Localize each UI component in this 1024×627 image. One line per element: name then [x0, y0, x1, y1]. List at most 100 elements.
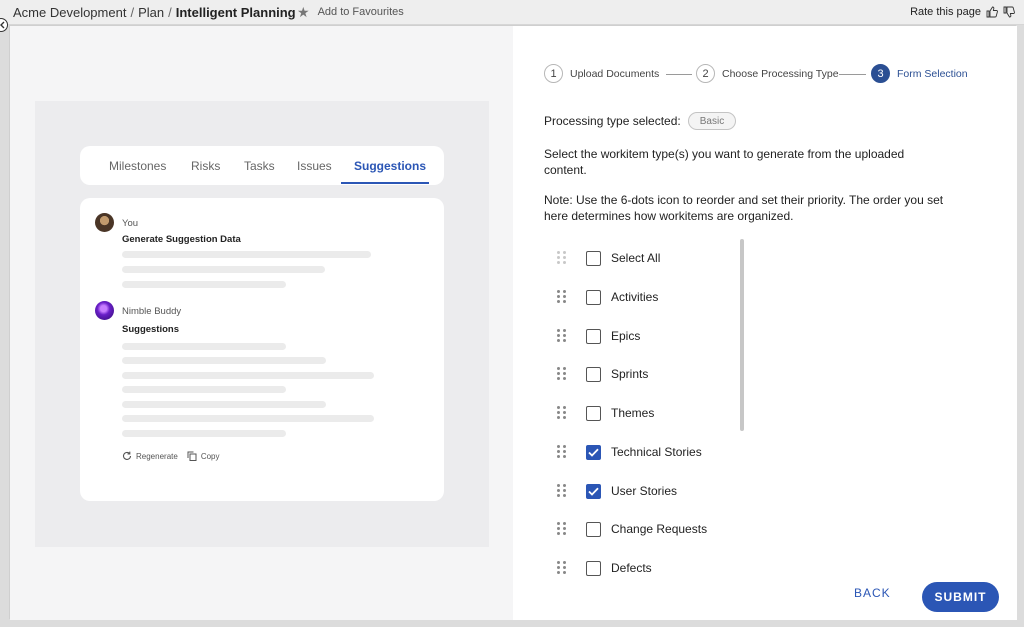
regenerate-button: Regenerate [122, 451, 178, 461]
chevron-left-icon [0, 21, 5, 29]
preview-tab-bar: Milestones Risks Tasks Issues Suggestion… [80, 146, 444, 185]
drag-handle-icon[interactable] [557, 290, 567, 304]
active-tab-indicator [341, 182, 429, 184]
list-item-user-stories: User Stories [557, 481, 677, 501]
checkbox[interactable] [586, 289, 601, 305]
item-label: Change Requests [611, 522, 708, 536]
breadcrumb-separator: / [130, 5, 135, 20]
skeleton-line [122, 372, 374, 379]
skeleton-line [122, 251, 371, 258]
step-number: 1 [544, 64, 563, 83]
checkbox[interactable] [586, 250, 601, 266]
skeleton-line [122, 357, 326, 364]
breadcrumb-item-current: Intelligent Planning [175, 5, 296, 20]
drag-handle-icon[interactable] [557, 329, 567, 343]
step-connector [666, 74, 692, 75]
step-label: Upload Documents [570, 67, 660, 80]
drag-handle-icon[interactable] [557, 561, 567, 575]
user-name: You [122, 218, 139, 229]
skeleton-line [122, 281, 286, 288]
collapse-sidebar-button[interactable] [0, 18, 8, 32]
list-item-activities: Activities [557, 287, 658, 307]
step-choose-processing-type: 2 Choose Processing Type [696, 64, 839, 83]
thumbs-up-icon[interactable] [986, 6, 998, 18]
copy-button: Copy [187, 451, 220, 461]
item-label: Epics [611, 329, 641, 343]
item-label: Defects [611, 561, 652, 575]
checkmark-icon [588, 487, 599, 496]
checkbox[interactable] [586, 366, 601, 382]
back-button[interactable]: BACK [854, 586, 891, 600]
list-item-sprints: Sprints [557, 364, 648, 384]
processing-type-label: Processing type selected: [544, 114, 681, 128]
list-item-defects: Defects [557, 558, 652, 578]
tab-suggestions: Suggestions [354, 159, 427, 173]
item-label: Sprints [611, 367, 649, 381]
rate-page-label: Rate this page [910, 6, 981, 18]
drag-handle-icon[interactable] [557, 367, 567, 381]
drag-handle-icon[interactable] [557, 522, 567, 536]
skeleton-line [122, 430, 286, 437]
list-item-epics: Epics [557, 326, 640, 346]
drag-handle-icon[interactable] [557, 406, 567, 420]
item-label: Activities [611, 290, 659, 304]
skeleton-line [122, 401, 326, 408]
step-connector [839, 74, 866, 75]
drag-handle-icon[interactable] [557, 445, 567, 459]
breadcrumb: Acme Development / Plan / Intelligent Planni… [13, 5, 296, 20]
skeleton-line [122, 343, 286, 350]
tab-risks: Risks [191, 159, 221, 173]
assistant-name: Nimble Buddy [122, 306, 182, 317]
add-to-favourites-label: Add to Favourites [317, 6, 404, 18]
checkbox-checked[interactable] [586, 483, 601, 499]
list-item-themes: Themes [557, 403, 654, 423]
add-to-favourites-button[interactable]: ★ Add to Favourites [297, 5, 404, 19]
list-item-technical-stories: Technical Stories [557, 442, 702, 462]
list-item-select-all: Select All [557, 248, 660, 268]
tab-issues: Issues [297, 159, 332, 173]
step-number: 2 [696, 64, 715, 83]
copy-icon [187, 451, 197, 461]
processing-type-badge: Basic [687, 112, 737, 130]
item-label: Technical Stories [611, 445, 702, 459]
assistant-title: Suggestions [122, 324, 180, 335]
user-message: Generate Suggestion Data [122, 234, 241, 245]
checkbox[interactable] [586, 521, 601, 537]
chat-actions: Regenerate Copy [122, 451, 220, 461]
thumbs-down-icon[interactable] [1003, 6, 1015, 18]
star-icon: ★ [297, 4, 310, 20]
assistant-avatar [95, 301, 114, 320]
intelligent-planning-modal: Milestones Risks Tasks Issues Suggestion… [9, 25, 1017, 620]
checkbox[interactable] [586, 328, 601, 344]
skeleton-line [122, 386, 286, 393]
tab-milestones: Milestones [109, 159, 167, 173]
user-avatar [95, 213, 114, 232]
copy-label: Copy [200, 451, 220, 461]
suggestions-preview: Milestones Risks Tasks Issues Suggestion… [35, 101, 489, 547]
processing-type-row: Processing type selected: Basic [544, 112, 737, 130]
submit-button[interactable]: SUBMIT [922, 582, 999, 612]
reorder-note: Note: Use the 6-dots icon to reorder and… [544, 193, 944, 223]
breadcrumb-item-plan[interactable]: Plan [138, 5, 164, 20]
checkmark-icon [588, 448, 599, 457]
refresh-icon [123, 451, 132, 460]
rate-page: Rate this page [910, 6, 1015, 18]
checkbox[interactable] [586, 405, 601, 421]
checkbox[interactable] [586, 560, 601, 576]
skeleton-line [122, 266, 325, 273]
step-label: Form Selection [897, 67, 968, 80]
list-item-change-requests: Change Requests [557, 519, 707, 539]
breadcrumb-item-org[interactable]: Acme Development [13, 5, 126, 20]
item-label: User Stories [611, 484, 678, 498]
list-scrollbar[interactable] [740, 239, 744, 431]
regenerate-label: Regenerate [136, 451, 178, 461]
preview-pane: Milestones Risks Tasks Issues Suggestion… [10, 26, 513, 620]
step-upload-documents: 1 Upload Documents [544, 64, 659, 83]
form-pane: 1 Upload Documents 2 Choose Processing T… [513, 26, 1017, 620]
chat-card: You Generate Suggestion Data Nimble Budd… [80, 198, 444, 501]
item-label: Themes [611, 406, 655, 420]
drag-handle-icon[interactable] [557, 484, 567, 498]
skeleton-line [122, 415, 374, 422]
instruction-text: Select the workitem type(s) you want to … [544, 147, 905, 177]
checkbox-checked[interactable] [586, 444, 601, 460]
